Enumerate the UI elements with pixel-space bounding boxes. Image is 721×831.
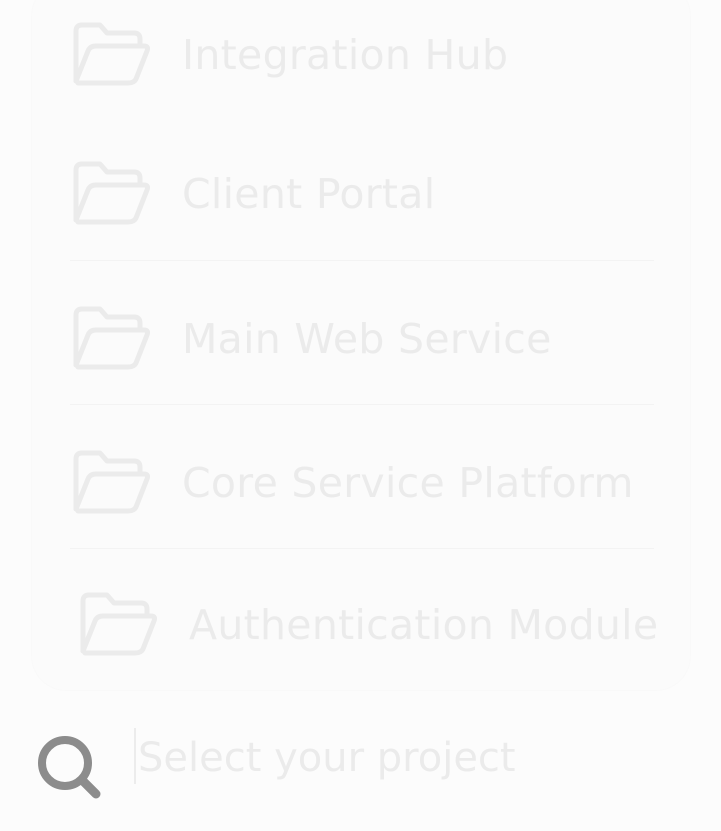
- project-item-label: Main Web Service: [182, 315, 552, 363]
- project-item-label: Core Service Platform: [182, 459, 634, 507]
- project-item-integration-hub[interactable]: Integration Hub: [38, 0, 672, 110]
- project-item-main-web-service[interactable]: Main Web Service: [38, 280, 672, 398]
- text-caret: [134, 728, 136, 784]
- project-picker: Integration Hub Client Portal Main Web S…: [0, 0, 721, 831]
- folder-open-icon: [80, 592, 157, 656]
- project-item-client-portal[interactable]: Client Portal: [38, 134, 672, 254]
- project-item-label: Integration Hub: [182, 31, 509, 79]
- project-item-core-service-platform[interactable]: Core Service Platform: [38, 424, 672, 542]
- folder-open-icon: [73, 161, 150, 225]
- folder-open-icon: [73, 306, 150, 370]
- divider: [70, 260, 654, 261]
- folder-open-icon: [73, 450, 150, 514]
- project-item-label: Client Portal: [182, 170, 436, 218]
- project-search-input[interactable]: [138, 724, 678, 792]
- search-icon[interactable]: [36, 734, 104, 802]
- project-item-label: Authentication Module: [189, 601, 659, 649]
- divider: [70, 404, 654, 405]
- divider: [70, 548, 654, 549]
- folder-open-icon: [73, 22, 150, 86]
- project-search-bar: [0, 712, 721, 812]
- project-item-authentication-module[interactable]: Authentication Module: [45, 566, 679, 684]
